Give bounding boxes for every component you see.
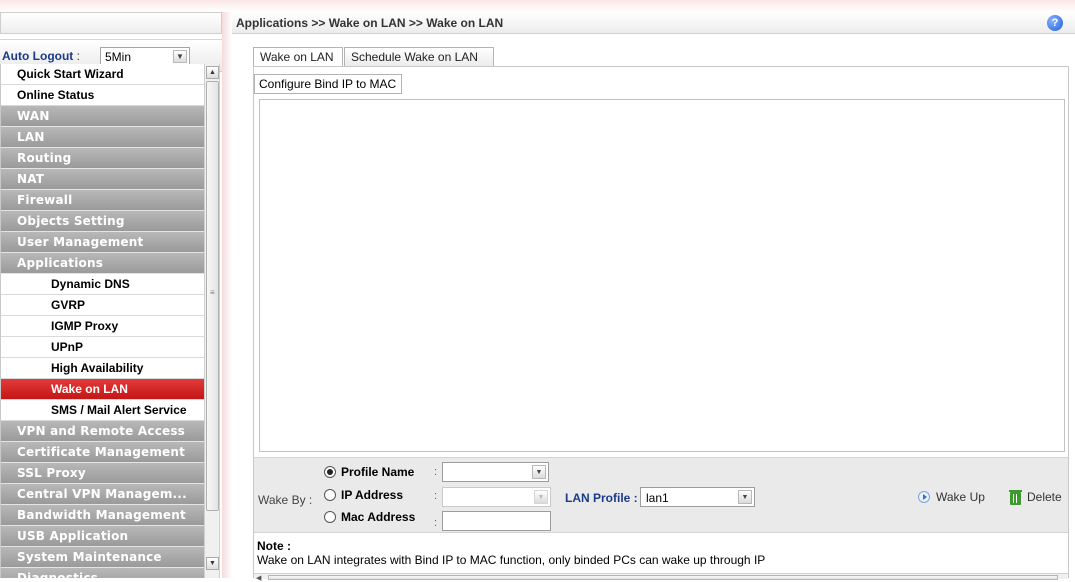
tab-schedule-wake-on-lan[interactable]: Schedule Wake on LAN [344,47,494,67]
main-content: Applications >> Wake on LAN >> Wake on L… [232,12,1075,582]
sidebar-item-vpn-and-remote-access[interactable]: VPN and Remote Access [1,421,204,442]
pc-list-box[interactable] [259,99,1065,452]
chevron-down-icon[interactable]: ▼ [173,50,187,63]
auto-logout-label: Auto Logout : [2,49,80,63]
note-text: Wake on LAN integrates with Bind IP to M… [257,553,766,567]
sidebar-item-user-management[interactable]: User Management [1,232,204,253]
lan-profile-select[interactable]: lan1 ▼ [640,487,755,507]
mac-address-label: Mac Address [341,510,416,524]
tab-configure-bind-ip-to-mac[interactable]: Configure Bind IP to MAC [254,74,402,94]
sidebar-item-wan[interactable]: WAN [1,106,204,127]
sidebar-item-usb-application[interactable]: USB Application [1,526,204,547]
sidebar-item-online-status[interactable]: Online Status [1,85,204,106]
ip-address-label: IP Address [341,488,404,502]
auto-logout-value: 5Min [105,50,132,64]
chevron-down-icon[interactable]: ▼ [738,490,752,504]
trash-icon [1009,490,1022,505]
colon-separator: : [434,466,438,478]
sidebar-item-central-vpn-managem[interactable]: Central VPN Managem... [1,484,204,505]
help-icon[interactable]: ? [1047,15,1063,31]
colon-separator: : [434,490,438,502]
wake-controls: Wake By : Profile Name : ▼ IP Address : … [254,457,1068,533]
sidebar-item-dynamic-dns[interactable]: Dynamic DNS [1,274,204,295]
horizontal-scrollbar[interactable]: ◀ [254,573,1068,582]
delete-label: Delete [1027,490,1062,504]
radio-ip-address[interactable] [324,489,336,501]
chevron-down-icon[interactable]: ▼ [532,465,546,479]
sidebar-menu: Quick Start Wizard Online Status WAN LAN Rou… [0,64,204,578]
scrollbar-thumb[interactable]: ≡ [206,81,219,511]
title-bar: Applications >> Wake on LAN >> Wake on L… [232,12,1075,34]
sidebar-item-wake-on-lan[interactable]: Wake on LAN [1,379,204,400]
sidebar-item-bandwidth-management[interactable]: Bandwidth Management [1,505,204,526]
colon-separator: : [434,517,438,529]
chevron-down-icon[interactable]: ▼ [534,490,548,504]
profile-name-select[interactable]: ▼ [442,462,549,482]
scroll-up-icon[interactable]: ▲ [206,66,219,79]
wake-up-label: Wake Up [936,490,985,504]
grip-icon: ≡ [210,288,215,297]
note-box: Note : Wake on LAN integrates with Bind … [257,539,765,567]
sidebar-item-gvrp[interactable]: GVRP [1,295,204,316]
sidebar-item-sms-mail-alert-service[interactable]: SMS / Mail Alert Service [1,400,204,421]
sidebar-item-certificate-management[interactable]: Certificate Management [1,442,204,463]
tab-wake-on-lan[interactable]: Wake on LAN [253,47,343,67]
sidebar-item-objects-setting[interactable]: Objects Setting [1,211,204,232]
lan-profile-label: LAN Profile : [565,491,638,505]
note-title: Note : [257,539,291,553]
sidebar-header [0,12,222,34]
top-strip [0,0,1075,12]
sidebar-item-ssl-proxy[interactable]: SSL Proxy [1,463,204,484]
frame-divider [222,12,232,578]
scroll-left-icon[interactable]: ◀ [256,574,261,582]
sidebar-item-lan[interactable]: LAN [1,127,204,148]
sidebar-item-applications[interactable]: Applications [1,253,204,274]
breadcrumb: Applications >> Wake on LAN >> Wake on L… [236,16,504,30]
radio-profile-name[interactable] [324,466,336,478]
sidebar-item-nat[interactable]: NAT [1,169,204,190]
lan-profile-value: lan1 [646,491,669,505]
scroll-down-icon[interactable]: ▼ [206,557,219,570]
wake-panel: Configure Bind IP to MAC Wake By : Profi… [253,66,1069,582]
sidebar-item-high-availability[interactable]: High Availability [1,358,204,379]
sidebar-item-upnp[interactable]: UPnP [1,337,204,358]
mac-address-input[interactable] [442,511,551,531]
sidebar-item-diagnostics[interactable]: Diagnostics [1,568,204,578]
sidebar-scrollbar[interactable]: ▲ ≡ ▼ [204,64,220,578]
sidebar-item-firewall[interactable]: Firewall [1,190,204,211]
sidebar-item-system-maintenance[interactable]: System Maintenance [1,547,204,568]
sidebar-item-routing[interactable]: Routing [1,148,204,169]
profile-name-label: Profile Name [341,465,415,479]
play-circle-icon [918,491,930,503]
sidebar-item-igmp-proxy[interactable]: IGMP Proxy [1,316,204,337]
ip-address-select[interactable]: ▼ [442,487,551,507]
wake-by-label: Wake By : [258,493,313,507]
radio-mac-address[interactable] [324,511,336,523]
sidebar-item-quick-start-wizard[interactable]: Quick Start Wizard [1,64,204,85]
